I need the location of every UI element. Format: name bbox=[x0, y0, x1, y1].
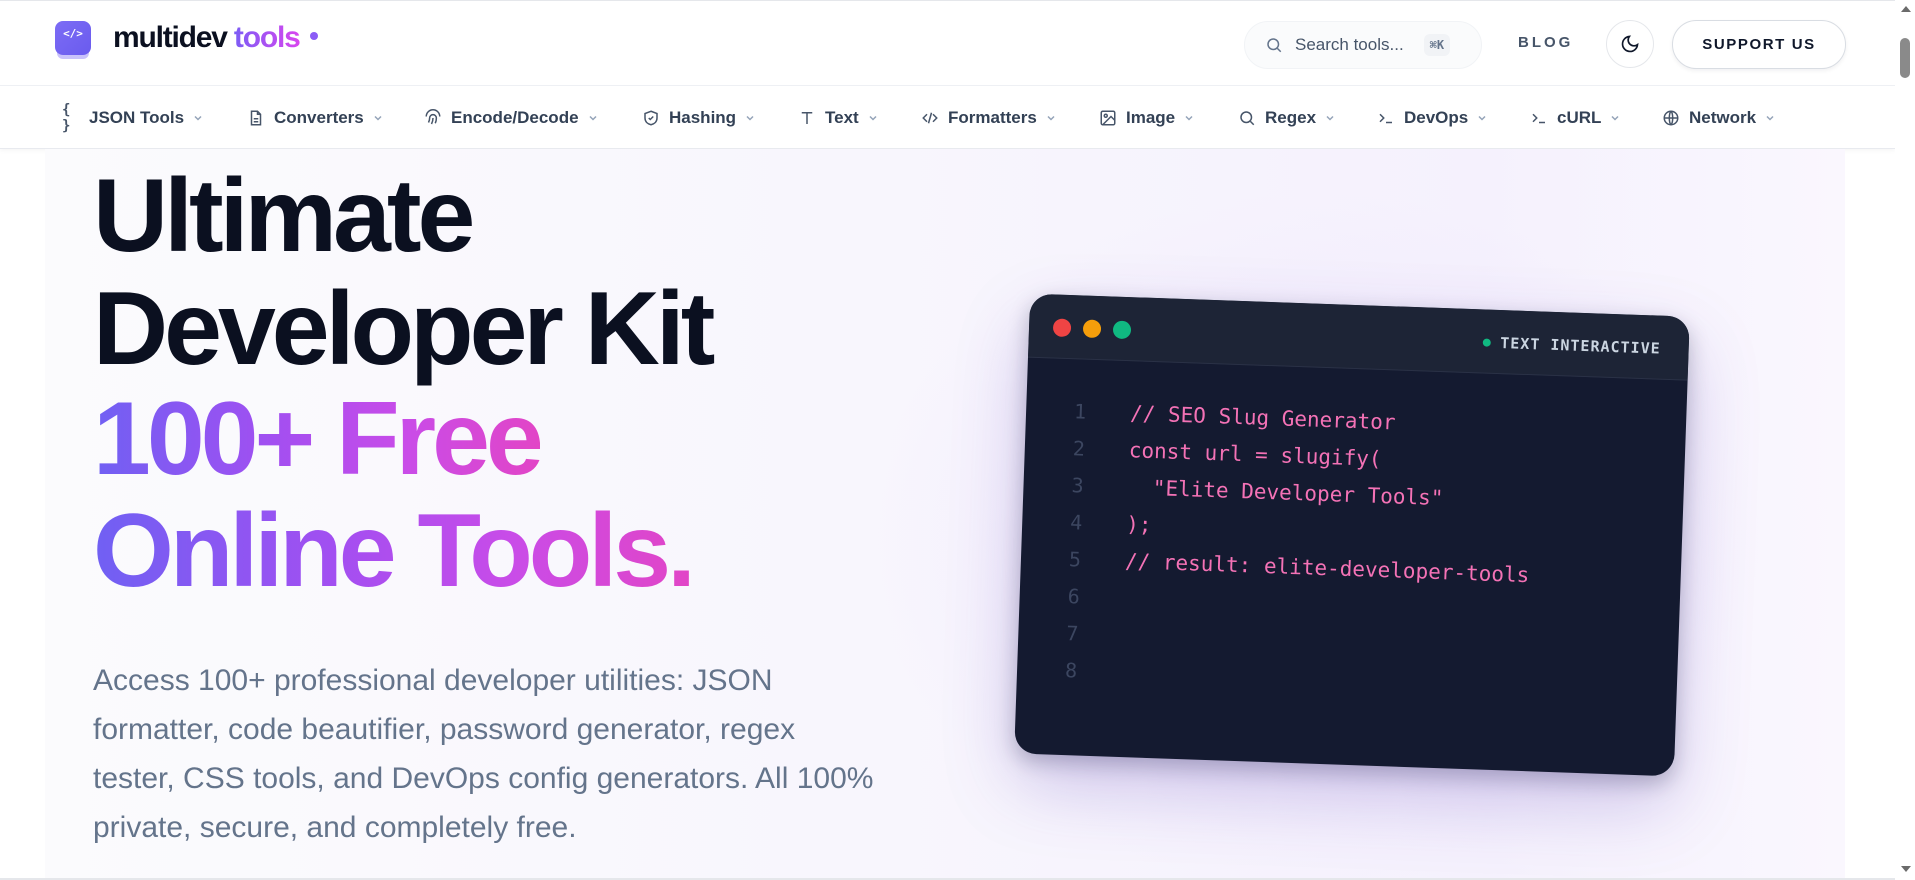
nav-label: Image bbox=[1126, 107, 1176, 127]
hero-title-line2: Developer Kit bbox=[93, 271, 715, 387]
line-number: 4 bbox=[1069, 510, 1083, 535]
fingerprint-icon bbox=[425, 108, 441, 124]
live-indicator-dot bbox=[1482, 338, 1491, 347]
nav-label: JSON Tools bbox=[89, 107, 185, 127]
logo-dot bbox=[309, 32, 318, 40]
code-preview-window: TEXT INTERACTIVE 1 2 3 4 5 6 7 8 // SEO … bbox=[1014, 293, 1690, 777]
nav-label: Network bbox=[1689, 107, 1757, 127]
hero-description: Access 100+ professional developer utili… bbox=[93, 664, 874, 844]
nav-item-json-tools[interactable]: { } JSON Tools bbox=[62, 86, 204, 149]
search-placeholder: Search tools... bbox=[1295, 35, 1404, 54]
category-nav: { } JSON Tools Converters Encode/Decode … bbox=[0, 86, 1895, 149]
code-line: // result: elite-developer-tools bbox=[1124, 549, 1530, 588]
nav-label: Text bbox=[825, 107, 859, 127]
blog-link[interactable]: BLOG bbox=[1518, 34, 1573, 51]
terminal-icon bbox=[1379, 113, 1392, 123]
nav-item-image[interactable]: Image bbox=[1099, 86, 1195, 149]
nav-label: Encode/Decode bbox=[451, 107, 579, 127]
search-icon bbox=[1267, 38, 1282, 53]
nav-item-regex[interactable]: Regex bbox=[1238, 86, 1336, 149]
braces-icon: { } bbox=[62, 101, 71, 134]
terminal-icon bbox=[1532, 113, 1545, 123]
chevron-down-icon bbox=[1478, 115, 1486, 121]
nav-item-hashing[interactable]: Hashing bbox=[642, 86, 756, 149]
window-maximize-dot bbox=[1112, 320, 1132, 340]
hero-title-line1: Ultimate bbox=[93, 158, 475, 274]
line-number: 7 bbox=[1065, 621, 1079, 646]
search-box[interactable]: Search tools... ⌘K bbox=[1244, 21, 1482, 69]
scrollbar-thumb[interactable] bbox=[1900, 38, 1910, 78]
support-us-button[interactable]: SUPPORT US bbox=[1672, 20, 1846, 69]
nav-label: Converters bbox=[274, 107, 364, 127]
file-icon bbox=[250, 110, 262, 125]
nav-label: Formatters bbox=[948, 107, 1037, 127]
code-line: "Elite Developer Tools" bbox=[1127, 475, 1444, 511]
logo[interactable]: </> multidev tools bbox=[55, 21, 318, 55]
chevron-down-icon bbox=[1185, 115, 1193, 121]
window-minimize-dot bbox=[1082, 319, 1102, 339]
code-line: // SEO Slug Generator bbox=[1129, 401, 1396, 435]
line-number: 3 bbox=[1071, 473, 1085, 498]
code-icon bbox=[922, 112, 938, 123]
nav-item-network[interactable]: Network bbox=[1662, 86, 1776, 149]
nav-label: Hashing bbox=[669, 107, 737, 127]
chevron-down-icon bbox=[1766, 115, 1774, 121]
vertical-scrollbar[interactable] bbox=[1895, 0, 1915, 880]
nav-item-converters[interactable]: Converters bbox=[247, 86, 384, 149]
nav-label: cURL bbox=[1557, 107, 1602, 127]
nav-item-text[interactable]: Text bbox=[798, 86, 879, 149]
logo-code-icon: </> bbox=[55, 21, 91, 55]
code-line: ); bbox=[1125, 512, 1152, 537]
site-header: </> multidev tools Search tools... ⌘K BL… bbox=[0, 0, 1895, 86]
chevron-down-icon bbox=[589, 115, 597, 121]
chevron-down-icon bbox=[1326, 115, 1334, 121]
scroll-down-arrow-icon[interactable] bbox=[1901, 866, 1911, 872]
line-number: 8 bbox=[1064, 658, 1078, 683]
logo-main-text: multidev bbox=[113, 21, 228, 54]
theme-toggle-button[interactable] bbox=[1606, 20, 1654, 68]
line-number: 1 bbox=[1073, 399, 1087, 424]
text-icon bbox=[801, 111, 813, 124]
globe-icon bbox=[1663, 110, 1679, 125]
chevron-down-icon bbox=[194, 115, 202, 121]
line-number: 2 bbox=[1072, 436, 1086, 461]
chevron-down-icon bbox=[1047, 115, 1055, 121]
window-close-dot bbox=[1052, 318, 1072, 338]
chevron-down-icon bbox=[1611, 115, 1619, 121]
nav-label: DevOps bbox=[1404, 107, 1469, 127]
logo-accent-text: tools bbox=[233, 21, 301, 54]
hero-title-line3: 100+ Free bbox=[93, 381, 544, 497]
scroll-up-arrow-icon[interactable] bbox=[1901, 6, 1911, 12]
chevron-down-icon bbox=[869, 115, 877, 121]
moon-icon bbox=[1621, 35, 1639, 53]
hero-title-line4: Online Tools. bbox=[93, 493, 696, 609]
nav-label: Regex bbox=[1265, 107, 1317, 127]
search-shortcut: ⌘K bbox=[1423, 34, 1451, 56]
status-label: TEXT INTERACTIVE bbox=[1499, 334, 1662, 358]
nav-item-curl[interactable]: cURL bbox=[1530, 86, 1621, 149]
code-line: const url = slugify( bbox=[1128, 438, 1382, 471]
shield-icon bbox=[644, 109, 658, 126]
image-icon bbox=[1100, 110, 1116, 125]
chevron-down-icon bbox=[746, 115, 754, 121]
search-icon bbox=[1240, 110, 1255, 125]
nav-item-formatters[interactable]: Formatters bbox=[921, 86, 1057, 149]
nav-item-devops[interactable]: DevOps bbox=[1377, 86, 1488, 149]
chevron-down-icon bbox=[374, 115, 382, 121]
logo-text: multidev tools bbox=[113, 21, 301, 55]
nav-item-encode-decode[interactable]: Encode/Decode bbox=[424, 86, 599, 149]
line-number: 6 bbox=[1067, 584, 1081, 609]
line-number: 5 bbox=[1068, 547, 1082, 572]
code-window-status: TEXT INTERACTIVE bbox=[1482, 333, 1662, 358]
